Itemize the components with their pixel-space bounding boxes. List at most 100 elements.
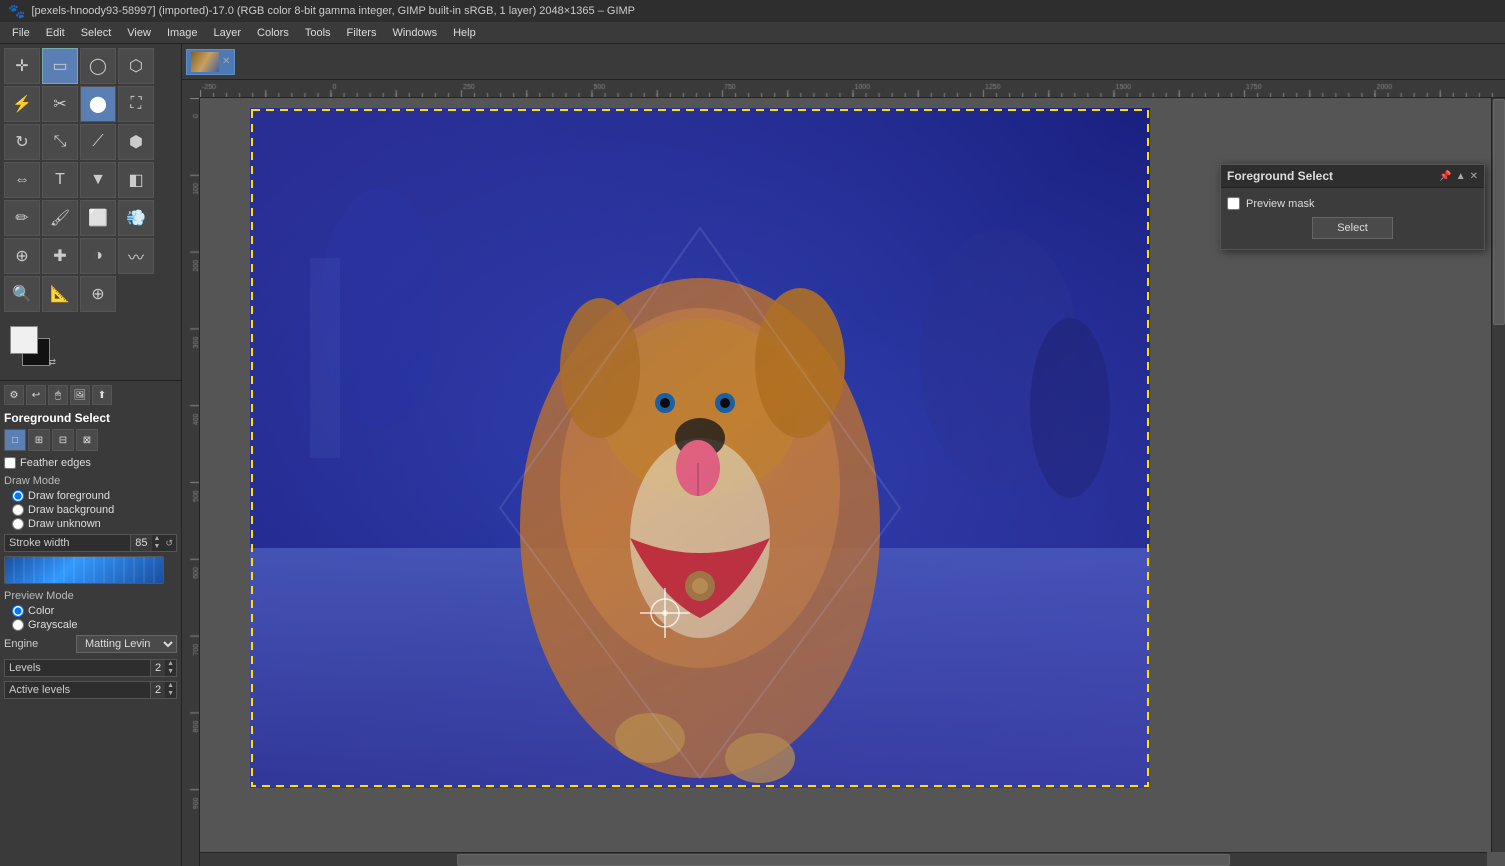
- tool-smudge[interactable]: 〰: [118, 238, 154, 274]
- tool-scale[interactable]: ⤡: [42, 124, 78, 160]
- image-tab-close[interactable]: ✕: [222, 56, 230, 67]
- tool-foreground-select[interactable]: ⬤: [80, 86, 116, 122]
- foreground-color-swatch[interactable]: [10, 326, 38, 354]
- menu-image[interactable]: Image: [159, 25, 206, 41]
- menu-tools[interactable]: Tools: [297, 25, 339, 41]
- menu-layer[interactable]: Layer: [206, 25, 250, 41]
- canvas-area[interactable]: ✕: [182, 44, 1505, 866]
- tool-rect-select[interactable]: ▭: [42, 48, 78, 84]
- tool-ellipse-select[interactable]: ◯: [80, 48, 116, 84]
- color-swatches[interactable]: ⇄: [10, 326, 54, 370]
- menu-file[interactable]: File: [4, 25, 38, 41]
- tool-color-picker[interactable]: 🔍: [4, 276, 40, 312]
- menu-view[interactable]: View: [119, 25, 159, 41]
- stroke-width-row: Stroke width 85 ▲ ▼ ↺: [4, 534, 177, 552]
- mode-subtract[interactable]: ⊟: [52, 429, 74, 451]
- tool-crop[interactable]: ⛶: [118, 86, 154, 122]
- draw-unknown-radio[interactable]: [12, 518, 24, 530]
- tool-eraser[interactable]: ⬜: [80, 200, 116, 236]
- levels-arrows[interactable]: ▲ ▼: [165, 660, 176, 675]
- panel-up-icon[interactable]: ▲: [1456, 171, 1466, 182]
- draw-foreground-row: Draw foreground: [12, 490, 177, 502]
- tool-rotate[interactable]: ↻: [4, 124, 40, 160]
- tool-paintbrush[interactable]: 🖌: [42, 200, 78, 236]
- mode-replace[interactable]: □: [4, 429, 26, 451]
- levels-value[interactable]: 2: [150, 660, 165, 676]
- stroke-width-value[interactable]: 85: [130, 535, 151, 551]
- preview-color-radio[interactable]: [12, 605, 24, 617]
- menu-select[interactable]: Select: [73, 25, 120, 41]
- active-levels-arrows[interactable]: ▲ ▼: [165, 682, 176, 697]
- tool-free-select[interactable]: ⬡: [118, 48, 154, 84]
- engine-row: Engine Matting Levin Matting Global: [4, 633, 177, 655]
- tool-perspective[interactable]: ⬢: [118, 124, 154, 160]
- tool-text[interactable]: T: [42, 162, 78, 198]
- menu-help[interactable]: Help: [445, 25, 484, 41]
- active-levels-value[interactable]: 2: [150, 682, 165, 698]
- tool-options-tab-images[interactable]: 🖼: [70, 385, 90, 405]
- preview-mask-checkbox[interactable]: [1227, 197, 1240, 210]
- tool-options-tab-device[interactable]: 🖱: [48, 385, 68, 405]
- engine-select[interactable]: Matting Levin Matting Global: [76, 635, 177, 653]
- mode-intersect[interactable]: ⊠: [76, 429, 98, 451]
- draw-foreground-radio[interactable]: [12, 490, 24, 502]
- tool-bucket-fill[interactable]: ▼: [80, 162, 116, 198]
- menu-windows[interactable]: Windows: [384, 25, 445, 41]
- preview-mask-label: Preview mask: [1246, 198, 1314, 210]
- swap-colors-icon[interactable]: ⇄: [48, 357, 56, 368]
- menu-filters[interactable]: Filters: [339, 25, 385, 41]
- tool-flip[interactable]: ⇔: [4, 162, 40, 198]
- tool-shear[interactable]: ⟋: [80, 124, 116, 160]
- stroke-width-arrows[interactable]: ▲ ▼: [152, 535, 163, 550]
- vertical-scrollbar[interactable]: [1491, 98, 1505, 852]
- tool-fuzzy-select[interactable]: ⚡: [4, 86, 40, 122]
- tool-blend[interactable]: ◧: [118, 162, 154, 198]
- image-svg: [250, 108, 1150, 788]
- stroke-width-up[interactable]: ▲: [152, 535, 163, 543]
- image-bar: ✕: [182, 44, 1505, 80]
- h-scroll-thumb[interactable]: [457, 854, 1229, 866]
- select-button[interactable]: Select: [1312, 217, 1393, 239]
- draw-background-row: Draw background: [12, 504, 177, 516]
- tool-zoom[interactable]: ⊕: [80, 276, 116, 312]
- fg-select-body: Preview mask Select: [1221, 188, 1484, 249]
- draw-background-radio[interactable]: [12, 504, 24, 516]
- levels-up[interactable]: ▲: [165, 660, 176, 668]
- tool-pencil[interactable]: ✏: [4, 200, 40, 236]
- mode-add[interactable]: ⊞: [28, 429, 50, 451]
- preview-grayscale-radio[interactable]: [12, 619, 24, 631]
- panel-close-icon[interactable]: ✕: [1470, 171, 1478, 182]
- levels-down[interactable]: ▼: [165, 668, 176, 676]
- tool-airbrush[interactable]: 💨: [118, 200, 154, 236]
- v-scroll-thumb[interactable]: [1493, 99, 1505, 325]
- active-levels-up[interactable]: ▲: [165, 682, 176, 690]
- menu-colors[interactable]: Colors: [249, 25, 297, 41]
- ruler-top: [200, 80, 1505, 98]
- tool-options-tab-history[interactable]: ↩: [26, 385, 46, 405]
- active-levels-row: Active levels 2 ▲ ▼: [4, 681, 177, 699]
- main-layout: ✛ ▭ ◯ ⬡ ⚡ ✂ ⬤ ⛶ ↻ ⤡ ⟋ ⬢ ⇔ T ▼ ◧ ✏ 🖌 ⬜ 💨 …: [0, 44, 1505, 866]
- tool-scissors[interactable]: ✂: [42, 86, 78, 122]
- tool-measure[interactable]: 📐: [42, 276, 78, 312]
- feather-edges-checkbox[interactable]: [4, 457, 16, 469]
- horizontal-scrollbar[interactable]: [200, 852, 1487, 866]
- stroke-preview: [4, 556, 164, 584]
- preview-mask-row: Preview mask: [1227, 194, 1478, 213]
- color-area: ⇄: [0, 316, 181, 380]
- tool-dodge-burn[interactable]: ◑: [80, 238, 116, 274]
- tool-grid: ✛ ▭ ◯ ⬡ ⚡ ✂ ⬤ ⛶ ↻ ⤡ ⟋ ⬢ ⇔ T ▼ ◧ ✏ 🖌 ⬜ 💨 …: [0, 44, 181, 316]
- image-tab[interactable]: ✕: [186, 49, 235, 75]
- panel-pin-icon[interactable]: 📌: [1439, 171, 1451, 182]
- stroke-width-down[interactable]: ▼: [152, 543, 163, 551]
- tool-options-tab-pointer[interactable]: ⬆: [92, 385, 112, 405]
- tool-heal[interactable]: ✚: [42, 238, 78, 274]
- stroke-width-reset[interactable]: ↺: [162, 536, 176, 551]
- tool-clone[interactable]: ⊕: [4, 238, 40, 274]
- feather-edges-label: Feather edges: [20, 457, 91, 469]
- stroke-width-label: Stroke width: [5, 535, 130, 551]
- tool-options-tab-options[interactable]: ⚙: [4, 385, 24, 405]
- tool-move[interactable]: ✛: [4, 48, 40, 84]
- menu-edit[interactable]: Edit: [38, 25, 73, 41]
- active-levels-down[interactable]: ▼: [165, 690, 176, 698]
- mode-row: □ ⊞ ⊟ ⊠: [4, 429, 177, 451]
